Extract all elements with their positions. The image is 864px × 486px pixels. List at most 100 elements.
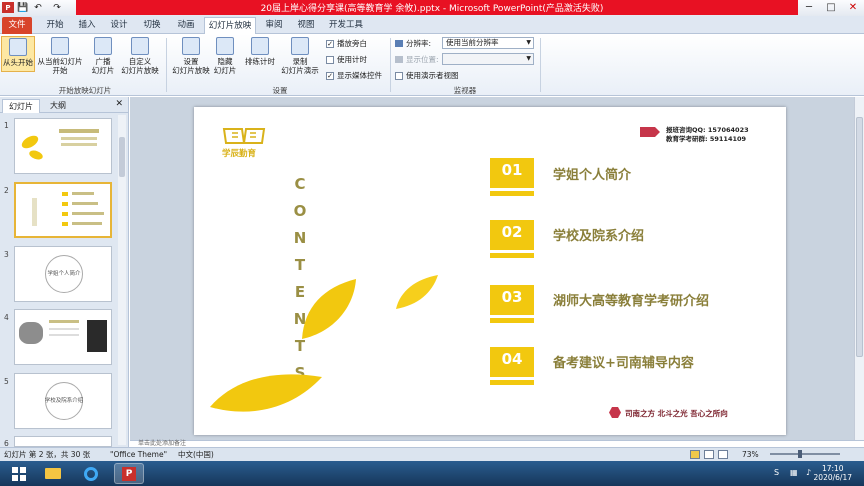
slide-thumbnail-5[interactable]: 学校及院系介绍 [14,373,112,429]
hide-label: 隐藏 [217,57,233,66]
checkbox-checked-icon: ✓ [326,71,334,80]
custom-show-label-2: 幻灯片放映 [121,66,159,75]
resolution-dropdown[interactable]: 使用当前分辨率 ▼ [442,37,534,49]
slide-number: 1 [4,121,9,130]
tab-outline[interactable]: 大纲 [44,99,72,113]
chevron-down-icon: ▼ [526,55,531,62]
slide-sorter-icon[interactable] [704,450,714,459]
use-timings-checkbox[interactable]: 使用计时 [326,54,367,65]
agenda-item-title: 学校及院系介绍 [553,229,645,244]
slide-editor: 学辰勤育 C O N T E N T S 报班咨询QQ: 157064023 教… [130,97,864,447]
record-label-2: 幻灯片演示 [281,66,319,75]
broadcast-icon [94,37,112,55]
record-label: 录制 [292,57,308,66]
ribbon-separator [540,38,541,92]
slide-scrollbar[interactable] [854,97,864,447]
stopwatch-icon [251,37,269,55]
slides-panel: 幻灯片 大纲 ✕ 1 2 3 学姐个人简介 4 5 学校及院系介绍 6 [0,97,129,448]
hide-slide-button[interactable]: 隐藏 幻灯片 [210,36,240,75]
scrollbar-thumb[interactable] [856,117,863,357]
ribbon-tab-row: 文件 开始 插入 设计 切换 动画 幻灯片放映 审阅 视图 开发工具 [0,16,864,34]
window-controls: ─ □ ✕ [798,0,864,15]
clock-date: 2020/6/17 [813,473,852,482]
slide-thumbnail-2[interactable] [14,182,112,238]
tab-design[interactable]: 设计 [104,17,134,34]
tab-slides[interactable]: 幻灯片 [2,99,40,113]
yellow-leaves-decoration [210,275,438,412]
custom-show-label: 自定义 [128,57,152,66]
tab-view[interactable]: 视图 [292,17,320,34]
checkbox-unchecked-icon [395,71,403,80]
agenda-item-title: 学姐个人简介 [553,168,632,183]
maximize-button[interactable]: □ [820,0,842,15]
tab-transitions[interactable]: 切换 [136,17,168,34]
contact-group: 教育学考研群: 59114109 [666,135,747,143]
tab-developer[interactable]: 开发工具 [326,17,366,34]
tab-insert[interactable]: 插入 [72,17,102,34]
panel-scrollbar[interactable] [118,115,126,445]
show-on-dropdown[interactable]: ▼ [442,53,534,65]
zoom-slider-knob[interactable] [798,450,802,458]
agenda-item-title: 备考建议+司南辅导内容 [553,356,694,371]
rehearse-label: 排练计时 [245,57,275,66]
windows-taskbar: P S ▦ ♪ 17:10 2020/6/17 [0,461,864,486]
powerpoint-taskbar-icon[interactable]: P [114,463,144,484]
from-current-button[interactable]: 从当前幻灯片 开始 [37,36,83,75]
internet-explorer-icon[interactable] [76,463,106,484]
minimize-button[interactable]: ─ [798,0,820,15]
slide-thumbnail-6[interactable] [14,436,112,447]
broadcast-label: 广播 [95,57,111,66]
presenter-view-checkbox[interactable]: 使用演示者视图 [395,70,459,81]
slide-thumbnail-1[interactable] [14,118,112,174]
language-indicator[interactable]: 中文(中国) [178,448,214,461]
zoom-slider[interactable] [770,450,840,458]
ime-icon[interactable]: S [774,468,779,477]
resolution-value: 使用当前分辨率 [446,38,499,47]
tab-home[interactable]: 开始 [40,17,70,34]
ribbon-separator [390,38,391,92]
panel-tabs: 幻灯片 大纲 ✕ [0,97,128,113]
show-media-controls-checkbox[interactable]: ✓ 显示媒体控件 [326,70,382,81]
chevron-down-icon: ▼ [526,39,531,46]
ribbon-separator [166,38,167,92]
item-number-badge: 02 [490,220,534,258]
tab-animations[interactable]: 动画 [170,17,202,34]
broadcast-button[interactable]: 广播 幻灯片 [88,36,118,75]
taskbar-clock[interactable]: 17:10 2020/6/17 [814,464,852,482]
from-beginning-button[interactable]: 从头开始 [1,36,35,72]
custom-slideshow-button[interactable]: 自定义 幻灯片放映 [119,36,161,75]
reading-view-icon[interactable] [718,450,728,459]
tab-slideshow[interactable]: 幻灯片放映 [204,17,256,34]
scrollbar-thumb[interactable] [119,137,125,177]
play-slideshow-icon [9,38,27,56]
zoom-level[interactable]: 73% [742,448,759,461]
slide-number: 3 [4,250,9,259]
file-explorer-icon[interactable] [38,463,68,484]
rehearse-timings-button[interactable]: 排练计时 [243,36,277,66]
close-button[interactable]: ✕ [842,0,864,15]
slide-footer: 司南之方 北斗之光 吾心之所向 [625,409,728,418]
clock-time: 17:10 [821,464,844,473]
record-slideshow-button[interactable]: 录制 幻灯片演示 [278,36,322,75]
current-slide[interactable]: 学辰勤育 C O N T E N T S 报班咨询QQ: 157064023 教… [194,107,786,435]
slide-number: 5 [4,377,9,386]
windows-start-icon[interactable] [4,463,34,484]
tab-review[interactable]: 审阅 [260,17,288,34]
slide-thumbnail-4[interactable] [14,309,112,365]
slide-thumbnail-3[interactable]: 学姐个人简介 [14,246,112,302]
ribbon: 从头开始 从当前幻灯片 开始 广播 幻灯片 自定义 幻灯片放映 开始放映幻灯片 … [0,34,864,96]
normal-view-icon[interactable] [690,450,700,459]
setup-slideshow-button[interactable]: 设置 幻灯片放映 [170,36,212,75]
notes-pane[interactable]: 单击此处添加备注 [130,440,864,447]
file-tab[interactable]: 文件 [2,17,32,34]
network-icon[interactable]: ▦ [790,468,798,477]
volume-icon[interactable]: ♪ [806,468,811,477]
setup-label-2: 幻灯片放映 [172,66,210,75]
play-narration-checkbox[interactable]: ✓ 播放旁白 [326,38,367,49]
close-icon[interactable]: ✕ [115,99,123,109]
checkbox-unchecked-icon [326,55,334,64]
monitor-icon [395,40,403,47]
resolution-label-row: 分辨率: [395,38,431,49]
slide-number: 4 [4,313,9,322]
group-label-start: 开始放映幻灯片 [58,86,112,95]
